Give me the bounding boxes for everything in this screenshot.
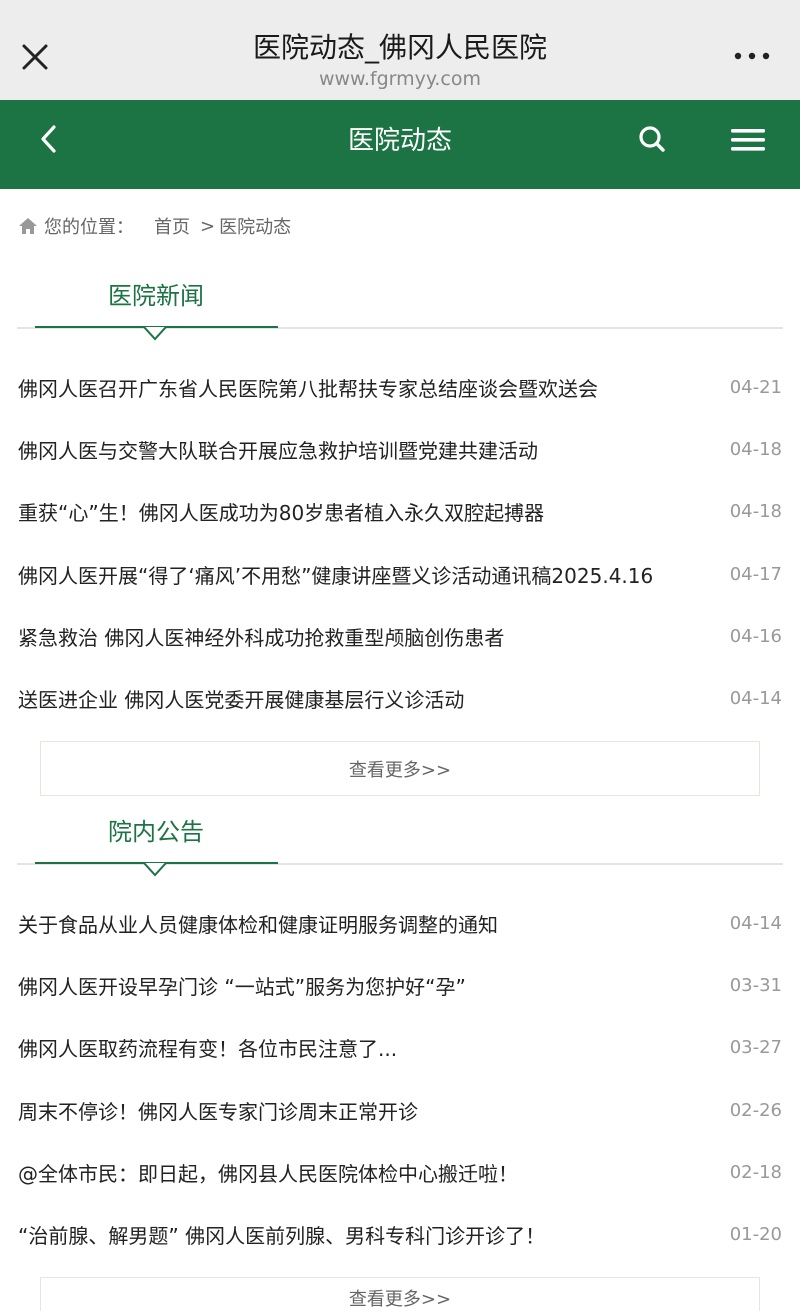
list-item-date: 03-31 xyxy=(729,974,782,996)
list-item-title: 佛冈人医开展“得了‘痛风’不用愁”健康讲座暨义诊活动通讯稿2025.4.16 xyxy=(18,563,654,588)
list-item-title: 重获“心”生！佛冈人医成功为80岁患者植入永久双腔起搏器 xyxy=(18,500,545,525)
list-item-date: 04-18 xyxy=(729,500,782,522)
list-item-date: 04-14 xyxy=(729,912,782,934)
caret-down-icon xyxy=(143,327,167,341)
home-icon xyxy=(19,218,37,234)
list-item[interactable]: 紧急救治 佛冈人医神经外科成功抢救重型颅脑创伤患者 04-16 xyxy=(18,616,782,656)
notice-more-button[interactable]: 查看更多>> xyxy=(40,1277,760,1311)
more-dots-icon[interactable] xyxy=(732,50,772,62)
list-item-title: @全体市民：即日起，佛冈县人民医院体检中心搬迁啦！ xyxy=(18,1161,518,1186)
list-item[interactable]: 佛冈人医开设早孕门诊 “一站式”服务为您护好“孕” 03-31 xyxy=(18,965,782,1005)
list-item[interactable]: 送医进企业 佛冈人医党委开展健康基层行义诊活动 04-14 xyxy=(18,678,782,718)
list-item-date: 02-26 xyxy=(729,1099,782,1121)
list-item-date: 01-20 xyxy=(729,1223,782,1245)
caret-down-icon xyxy=(143,863,167,877)
news-more-button[interactable]: 查看更多>> xyxy=(40,741,760,796)
list-item-title: “治前腺、解男题” 佛冈人医前列腺、男科专科门诊开诊了！ xyxy=(18,1223,546,1248)
list-item[interactable]: 佛冈人医召开广东省人民医院第八批帮扶专家总结座谈会暨欢送会 04-21 xyxy=(18,367,782,407)
list-item-date: 04-16 xyxy=(729,625,782,647)
top-bar: 医院动态_佛冈人民医院 www.fgrmyy.com xyxy=(0,0,800,100)
list-item[interactable]: 周末不停诊！佛冈人医专家门诊周末正常开诊 02-26 xyxy=(18,1090,782,1130)
list-item-title: 关于食品从业人员健康体检和健康证明服务调整的通知 xyxy=(18,912,498,937)
breadcrumb: 您的位置： 首页 > 医院动态 xyxy=(18,212,291,240)
hamburger-menu-icon[interactable] xyxy=(730,126,766,154)
list-item-date: 03-27 xyxy=(729,1036,782,1058)
page-url: www.fgrmyy.com xyxy=(318,68,482,90)
notice-section-title: 院内公告 xyxy=(108,818,204,846)
news-section: 医院新闻 佛冈人医召开广东省人民医院第八批帮扶专家总结座谈会暨欢送会 04-21… xyxy=(0,276,800,796)
list-item-date: 04-17 xyxy=(729,563,782,585)
list-item[interactable]: 佛冈人医取药流程有变！各位市民注意了... 03-27 xyxy=(18,1027,782,1067)
breadcrumb-home-link[interactable]: 首页 xyxy=(154,213,190,239)
list-item[interactable]: 佛冈人医与交警大队联合开展应急救护培训暨党建共建活动 04-18 xyxy=(18,429,782,469)
list-item-title: 佛冈人医取药流程有变！各位市民注意了... xyxy=(18,1036,398,1061)
breadcrumb-separator: > xyxy=(200,215,216,237)
list-item-title: 紧急救治 佛冈人医神经外科成功抢救重型颅脑创伤患者 xyxy=(18,625,505,650)
list-item[interactable]: 佛冈人医开展“得了‘痛风’不用愁”健康讲座暨义诊活动通讯稿2025.4.16 0… xyxy=(18,554,782,594)
search-icon[interactable] xyxy=(636,122,668,156)
list-item-title: 周末不停诊！佛冈人医专家门诊周末正常开诊 xyxy=(18,1099,418,1124)
breadcrumb-label: 您的位置： xyxy=(44,217,134,238)
list-item-date: 02-18 xyxy=(729,1161,782,1183)
list-item[interactable]: 关于食品从业人员健康体检和健康证明服务调整的通知 04-14 xyxy=(18,903,782,943)
list-item-title: 佛冈人医与交警大队联合开展应急救护培训暨党建共建活动 xyxy=(18,438,538,463)
list-item[interactable]: 重获“心”生！佛冈人医成功为80岁患者植入永久双腔起搏器 04-18 xyxy=(18,491,782,531)
list-item-title: 佛冈人医召开广东省人民医院第八批帮扶专家总结座谈会暨欢送会 xyxy=(18,376,598,401)
header-title: 医院动态 xyxy=(347,126,452,156)
page-title: 医院动态_佛冈人民医院 xyxy=(252,31,547,64)
list-item-title: 佛冈人医开设早孕门诊 “一站式”服务为您护好“孕” xyxy=(18,974,466,999)
list-item-date: 04-18 xyxy=(729,438,782,460)
list-item[interactable]: “治前腺、解男题” 佛冈人医前列腺、男科专科门诊开诊了！ 01-20 xyxy=(18,1214,782,1254)
list-item-title: 送医进企业 佛冈人医党委开展健康基层行义诊活动 xyxy=(18,687,465,712)
notice-section: 院内公告 关于食品从业人员健康体检和健康证明服务调整的通知 04-14 佛冈人医… xyxy=(0,812,800,1311)
site-header: 医院动态 xyxy=(0,100,800,189)
list-item-date: 04-21 xyxy=(729,376,782,398)
list-item[interactable]: @全体市民：即日起，佛冈县人民医院体检中心搬迁啦！ 02-18 xyxy=(18,1152,782,1192)
news-section-title: 医院新闻 xyxy=(108,282,204,310)
breadcrumb-current[interactable]: 医院动态 xyxy=(219,213,291,239)
list-item-date: 04-14 xyxy=(729,687,782,709)
